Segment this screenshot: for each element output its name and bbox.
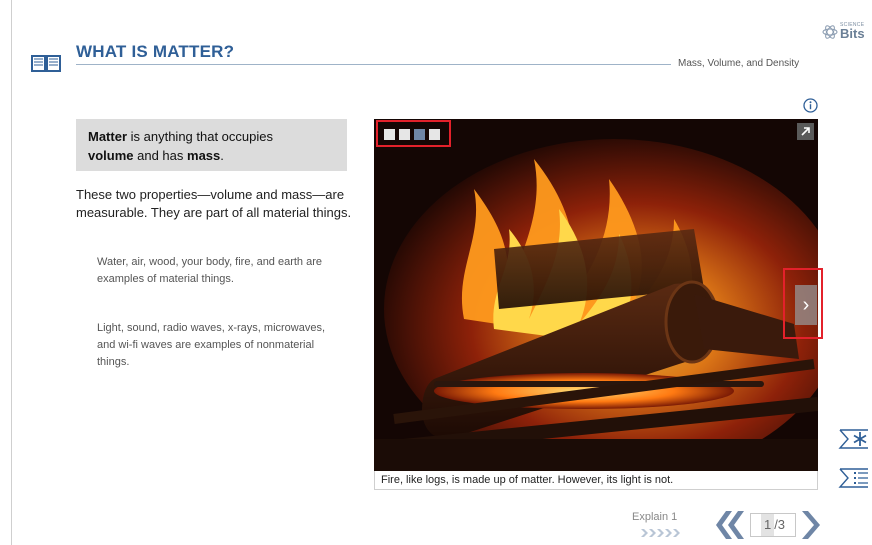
page-indicator: 1/3 (750, 513, 796, 537)
expand-icon (801, 127, 810, 136)
section-label: Explain 1 (632, 511, 678, 523)
section-progress-icon (641, 529, 680, 537)
definition-text-2: and has (133, 148, 188, 163)
material-examples-text: Water, air, wood, your body, fire, and e… (97, 256, 323, 285)
glossary-star-icon[interactable] (838, 426, 872, 452)
lesson-subtitle: Mass, Volume, and Density (678, 58, 800, 69)
logo-brand-text: Bits (840, 26, 865, 41)
current-page: 1 (760, 514, 775, 536)
open-book-icon (31, 55, 61, 72)
title-divider (76, 64, 671, 65)
slide-indicator-highlight (376, 120, 451, 147)
next-slide-button[interactable]: › (795, 285, 817, 325)
page-title: WHAT IS MATTER? (76, 42, 235, 61)
previous-page-button[interactable] (712, 508, 748, 542)
photo-caption: Fire, like logs, is made up of matter. H… (374, 471, 818, 490)
slide-dot-2[interactable] (399, 129, 410, 140)
next-slide-icon: › (802, 294, 810, 316)
definition-box: Matter is anything that occupies volume … (76, 119, 347, 171)
page-frame-edge (11, 0, 12, 545)
definition-mass: mass (187, 148, 221, 163)
science-bits-logo: SCIENCE Bits (822, 22, 870, 44)
fire-illustration (374, 119, 818, 471)
main-paragraph: These two properties—volume and mass—are… (76, 187, 352, 220)
expand-button[interactable] (797, 123, 814, 140)
definition-volume: volume (88, 148, 134, 163)
info-icon[interactable] (803, 98, 818, 113)
atom-icon (822, 25, 838, 39)
definition-text-1: is anything that occupies (127, 129, 273, 144)
list-icon[interactable] (838, 465, 872, 491)
next-page-button[interactable] (798, 508, 822, 542)
total-pages: /3 (774, 517, 786, 532)
slide-dot-3[interactable] (414, 129, 425, 140)
slide-dot-1[interactable] (384, 129, 395, 140)
fireplace-photo (374, 119, 818, 471)
definition-text-3: . (220, 148, 224, 163)
definition-term: Matter (88, 129, 128, 144)
nonmaterial-examples-text: Light, sound, radio waves, x-rays, micro… (97, 322, 326, 368)
slide-dot-4[interactable] (429, 129, 440, 140)
